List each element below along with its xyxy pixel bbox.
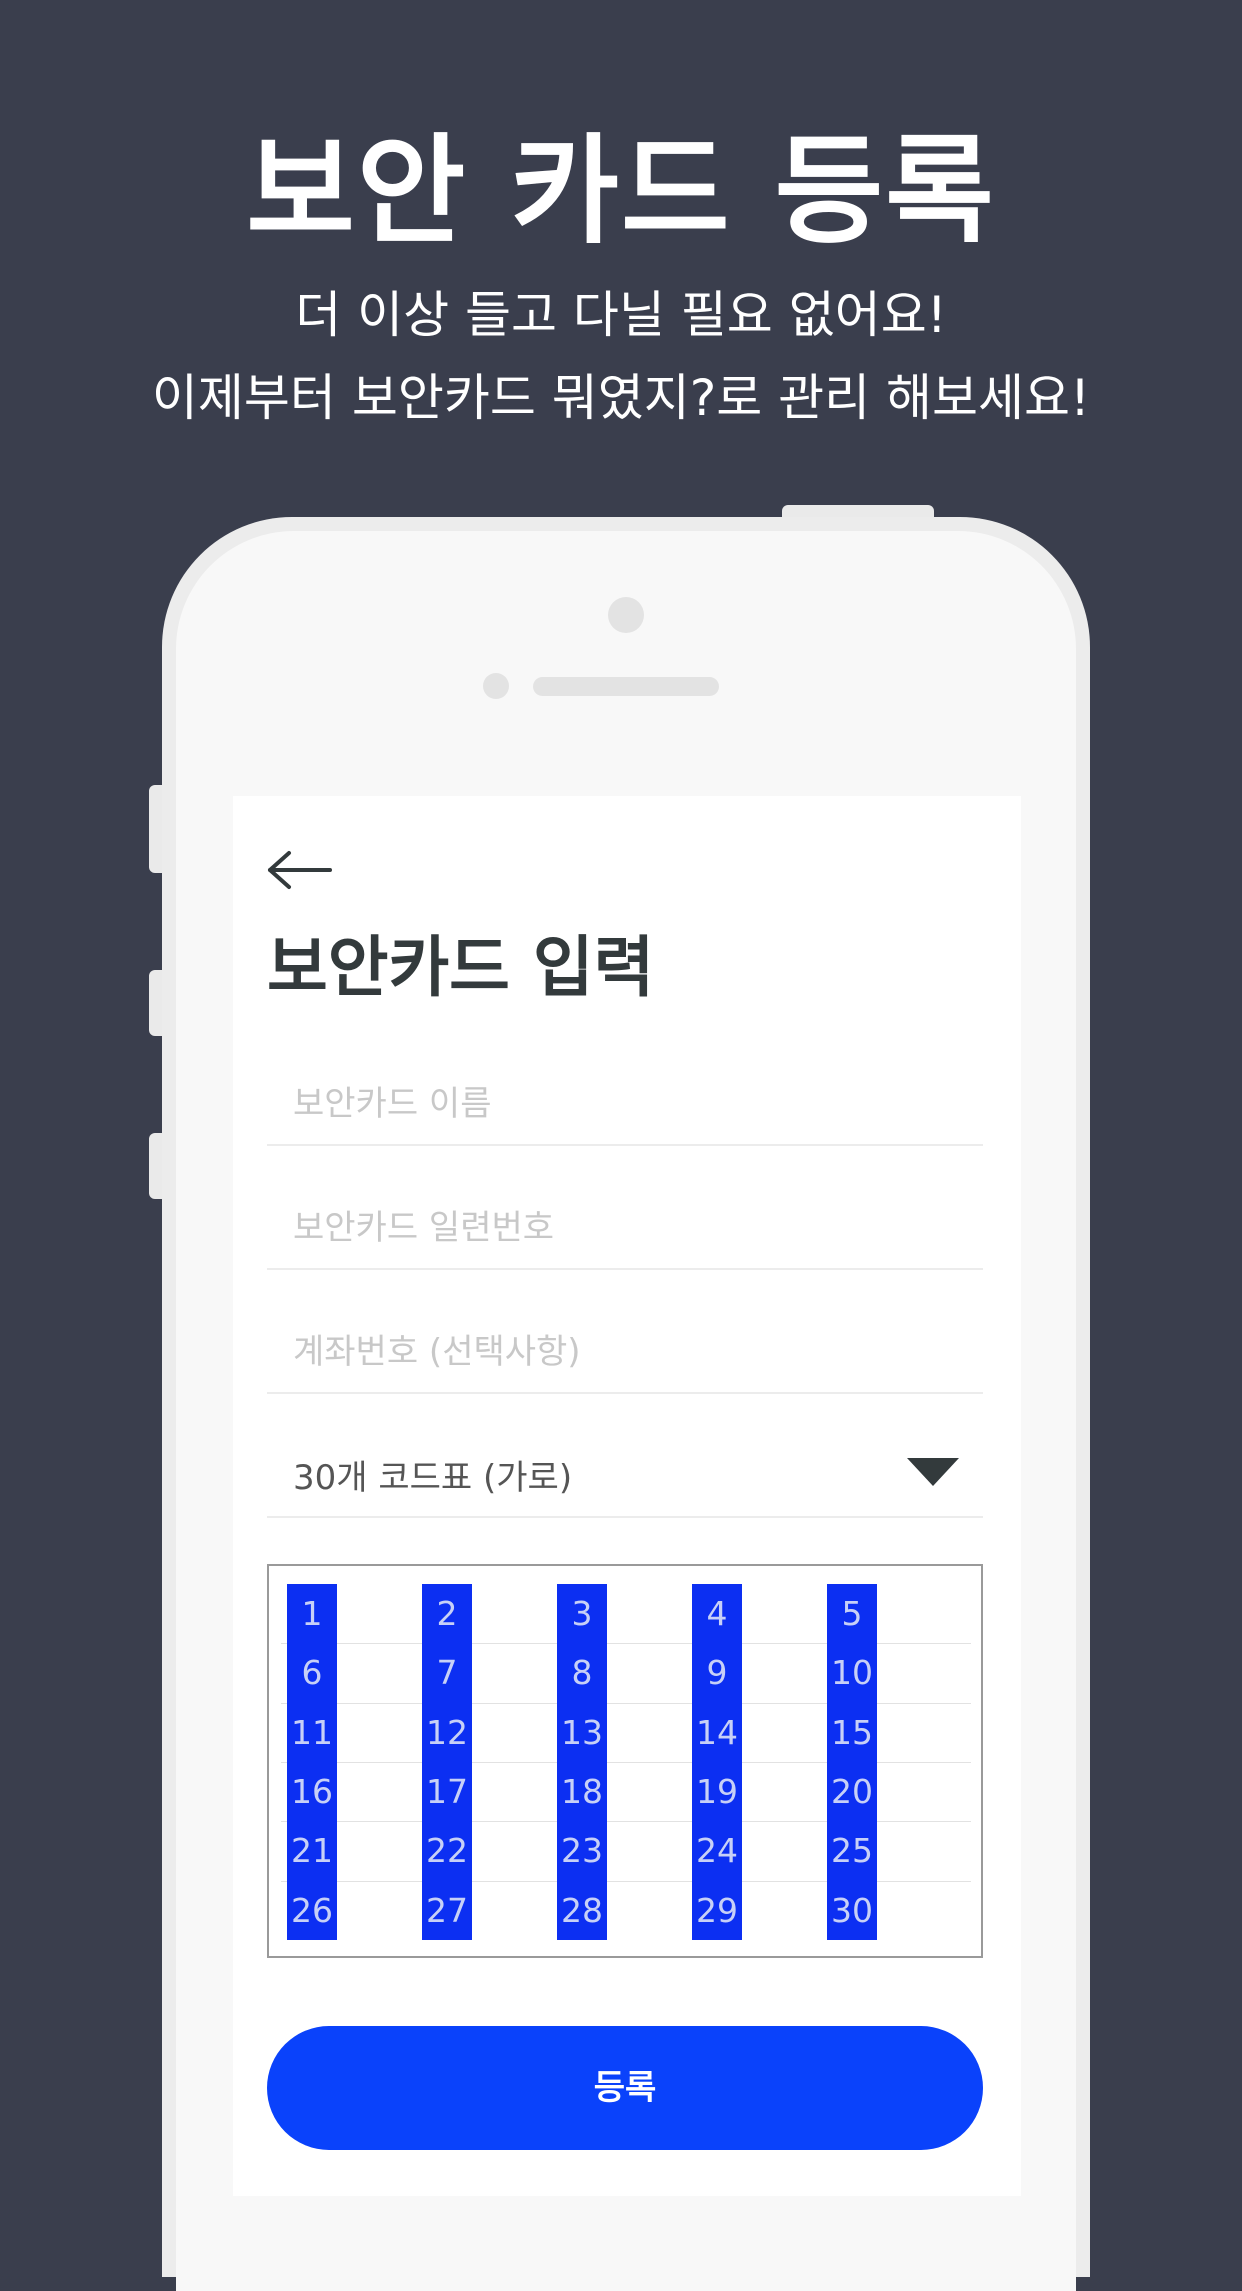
code-number: 23 (561, 1831, 603, 1870)
account-number-field (267, 1272, 983, 1394)
promo-title: 보안 카드 등록 (246, 122, 996, 260)
code-number: 16 (291, 1772, 333, 1811)
earpiece-speaker (533, 677, 719, 696)
code-number: 11 (291, 1713, 333, 1752)
code-number: 8 (571, 1653, 593, 1692)
code-number: 15 (831, 1713, 873, 1752)
code-number: 9 (706, 1653, 728, 1692)
code-number: 7 (436, 1653, 458, 1692)
code-number: 6 (301, 1653, 323, 1692)
app-screen: 보안카드 입력 30개 코드표 (가로) 1234567891011121314… (233, 796, 1021, 2196)
code-number: 19 (696, 1772, 738, 1811)
card-name-field (267, 1024, 983, 1146)
register-button[interactable]: 등록 (267, 2026, 983, 2150)
code-number: 29 (696, 1891, 738, 1930)
code-number: 13 (561, 1713, 603, 1752)
security-card-code-grid: 1 2 3 4 5 6 7 8 9 10 11 12 13 14 15 16 17 18 19 20 21 22 23 24 2… (267, 1564, 983, 1958)
code-number: 17 (426, 1772, 468, 1811)
card-serial-input[interactable] (267, 1148, 983, 1268)
code-number: 30 (831, 1891, 873, 1930)
card-serial-field (267, 1148, 983, 1270)
code-number: 2 (436, 1594, 458, 1633)
code-type-select[interactable]: 30개 코드표 (가로) (267, 1396, 983, 1518)
code-number: 1 (301, 1594, 323, 1633)
code-number: 22 (426, 1831, 468, 1870)
code-number: 5 (841, 1594, 863, 1633)
front-camera (608, 597, 644, 633)
proximity-sensor (483, 673, 509, 699)
code-number: 24 (696, 1831, 738, 1870)
code-number: 28 (561, 1891, 603, 1930)
back-arrow-icon[interactable] (267, 848, 333, 892)
promo-subtitle-line-1: 더 이상 들고 다닐 필요 없어요! (295, 286, 947, 344)
code-number: 25 (831, 1831, 873, 1870)
card-name-input[interactable] (267, 1024, 983, 1144)
code-number: 12 (426, 1713, 468, 1752)
account-number-input[interactable] (267, 1272, 983, 1392)
code-number: 26 (291, 1891, 333, 1930)
code-number: 21 (291, 1831, 333, 1870)
dropdown-triangle-icon (907, 1458, 959, 1486)
code-number: 14 (696, 1713, 738, 1752)
page-title: 보안카드 입력 (267, 929, 655, 1006)
code-type-selected-value: 30개 코드표 (가로) (293, 1458, 573, 1498)
code-number: 10 (831, 1653, 873, 1692)
code-number: 4 (706, 1594, 728, 1633)
code-number: 20 (831, 1772, 873, 1811)
code-number: 27 (426, 1891, 468, 1930)
code-number: 18 (561, 1772, 603, 1811)
promo-subtitle-line-2: 이제부터 보안카드 뭐였지?로 관리 해보세요! (151, 369, 1091, 427)
code-number: 3 (571, 1594, 593, 1633)
